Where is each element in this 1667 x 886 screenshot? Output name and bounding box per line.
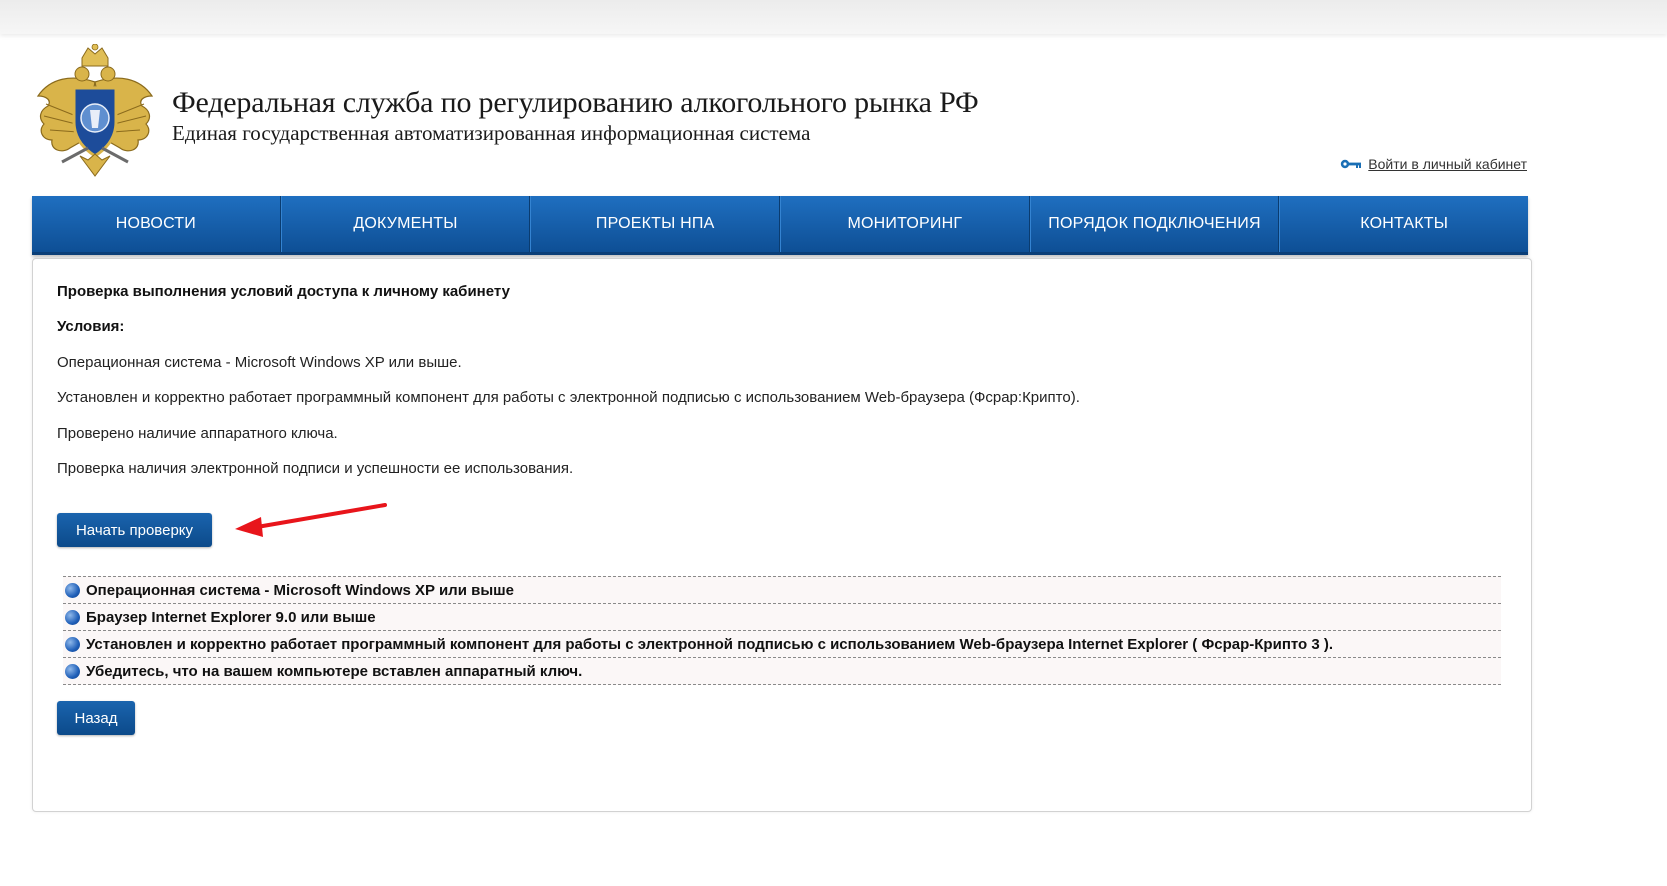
condition-line: Операционная система - Microsoft Windows… [57, 354, 462, 371]
coat-of-arms-emblem [36, 44, 154, 177]
status-dot-icon [65, 663, 80, 679]
status-dot-icon [65, 582, 80, 598]
nav-item-connection-procedure[interactable]: ПОРЯДОК ПОДКЛЮЧЕНИЯ [1029, 196, 1280, 252]
annotation-arrow-icon [235, 503, 387, 537]
check-row-hardware-key: Убедитесь, что на вашем компьютере встав… [63, 657, 1501, 685]
back-button[interactable]: Назад [57, 701, 135, 735]
nav-item-draft-acts[interactable]: ПРОЕКТЫ НПА [530, 196, 781, 252]
key-icon [1341, 159, 1362, 169]
content-panel: Проверка выполнения условий доступа к ли… [32, 258, 1532, 812]
check-row-browser: Браузер Internet Explorer 9.0 или выше [63, 603, 1501, 630]
start-check-button[interactable]: Начать проверку [57, 513, 212, 547]
nav-item-contacts[interactable]: КОНТАКТЫ [1279, 196, 1528, 252]
login-link[interactable]: Войти в личный кабинет [1340, 156, 1527, 172]
nav-item-news[interactable]: НОВОСТИ [32, 196, 281, 252]
check-row-label: Операционная система - Microsoft Windows… [86, 581, 514, 599]
browser-top-strip [0, 0, 1667, 34]
page-title: Проверка выполнения условий доступа к ли… [57, 283, 510, 300]
status-dot-icon [65, 609, 80, 625]
check-row-label: Браузер Internet Explorer 9.0 или выше [86, 608, 376, 626]
org-subtitle: Единая государственная автоматизированна… [172, 121, 811, 145]
check-row-crypto-component: Установлен и корректно работает программ… [63, 630, 1501, 657]
login-link-label: Войти в личный кабинет [1368, 156, 1527, 172]
status-dot-icon [65, 636, 80, 652]
check-row-os: Операционная система - Microsoft Windows… [63, 576, 1501, 603]
nav-item-documents[interactable]: ДОКУМЕНТЫ [280, 196, 531, 252]
check-row-label: Установлен и корректно работает программ… [86, 635, 1334, 653]
conditions-label: Условия: [57, 318, 125, 335]
main-nav: НОВОСТИ ДОКУМЕНТЫ ПРОЕКТЫ НПА МОНИТОРИНГ… [32, 196, 1528, 255]
nav-item-monitoring[interactable]: МОНИТОРИНГ [780, 196, 1030, 252]
check-results-list: Операционная система - Microsoft Windows… [63, 576, 1501, 685]
condition-line: Проверено наличие аппаратного ключа. [57, 425, 338, 442]
check-row-label: Убедитесь, что на вашем компьютере встав… [86, 662, 583, 680]
condition-line: Проверка наличия электронной подписи и у… [57, 460, 574, 477]
org-title: Федеральная служба по регулированию алко… [172, 86, 979, 119]
condition-line: Установлен и корректно работает программ… [57, 389, 1080, 406]
